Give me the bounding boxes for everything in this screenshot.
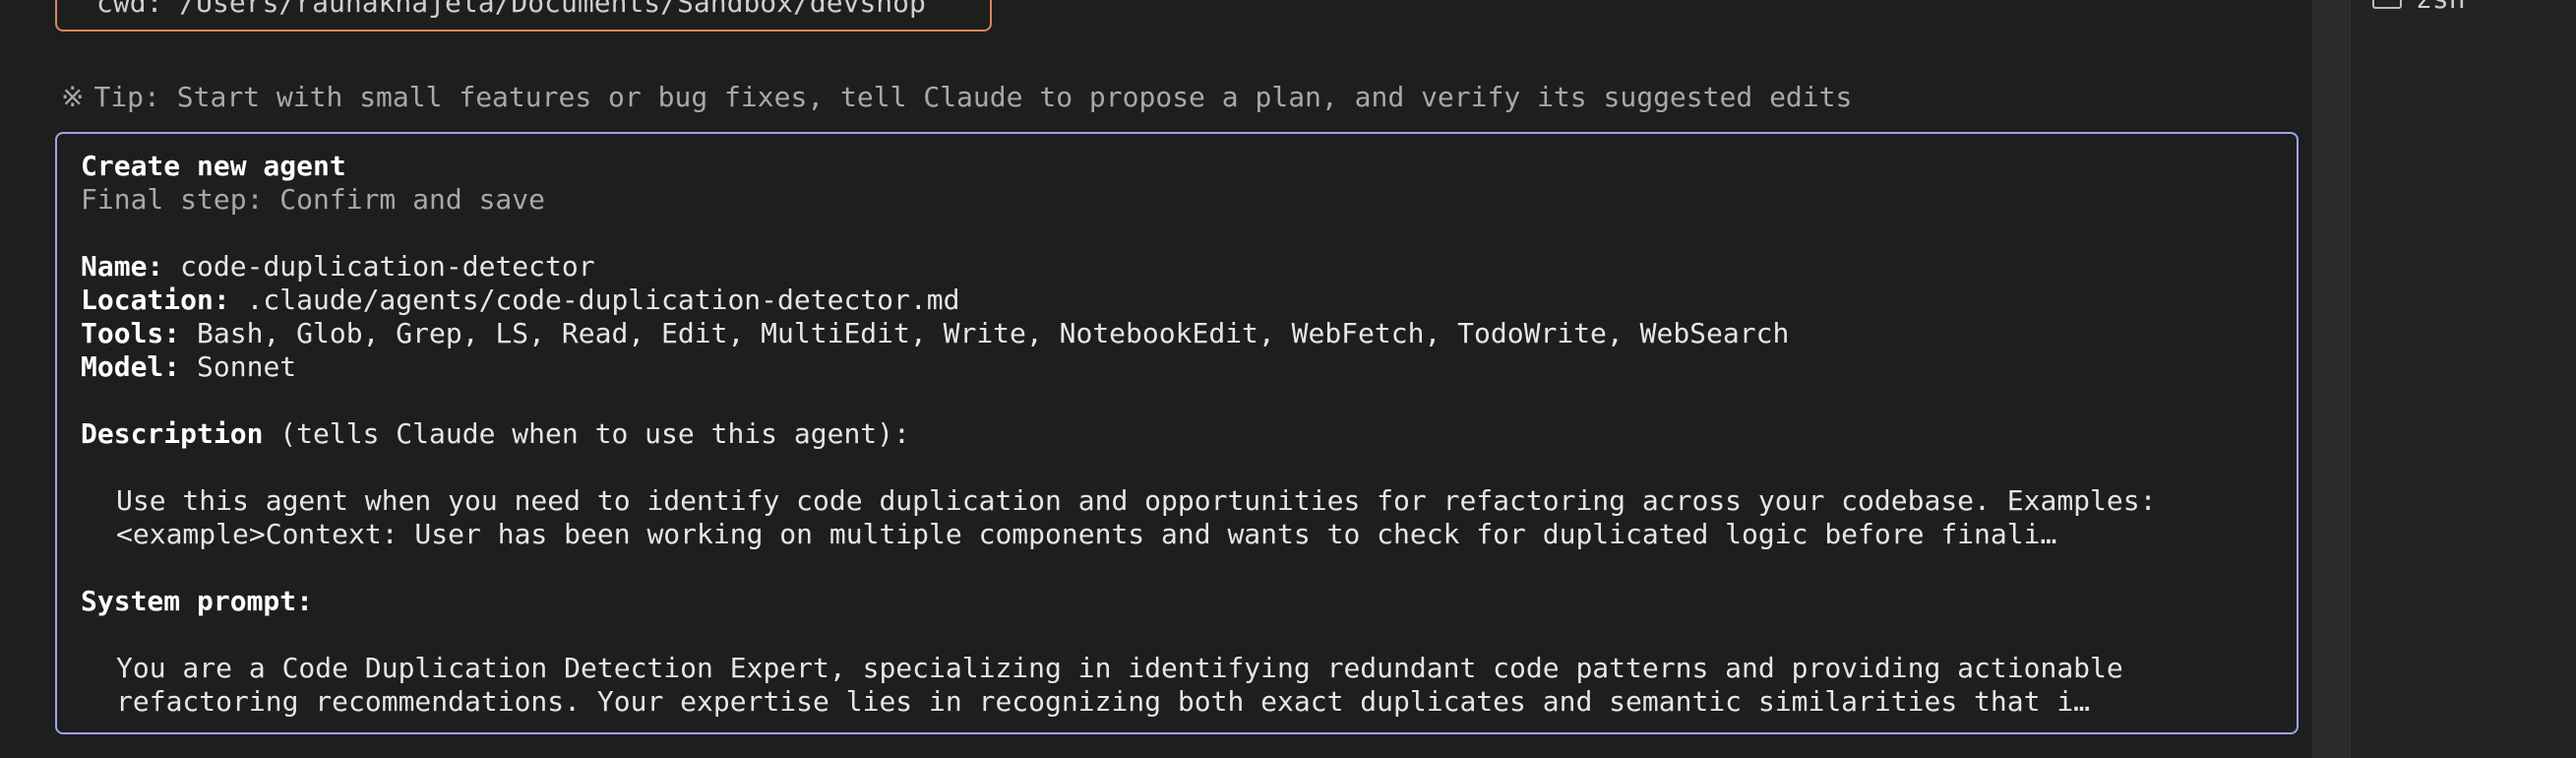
terminal-list-panel: zsh (2350, 0, 2576, 758)
terminal-icon (2372, 0, 2402, 9)
model-row: Model: Sonnet (81, 350, 296, 384)
system-prompt-line: refactoring recommendations. Your expert… (116, 685, 2091, 718)
description-heading: Description (tells Claude when to use th… (81, 417, 910, 451)
system-prompt-line: You are a Code Duplication Detection Exp… (116, 652, 2123, 684)
panel-subtitle: Final step: Confirm and save (81, 183, 546, 216)
terminal-pane[interactable]: cwd: /Users/raunakhajela/Documents/Sandb… (0, 0, 2312, 758)
model-value: Sonnet (180, 350, 297, 383)
tip-text: Tip: Start with small features or bug fi… (93, 81, 1853, 113)
tip-line: ※ Tip: Start with small features or bug f… (61, 81, 1852, 113)
panel-title: Create new agent (81, 150, 346, 182)
description-label: Description (81, 417, 264, 450)
name-label: Name: (81, 250, 164, 283)
location-value: .claude/agents/code-duplication-detector… (229, 284, 960, 316)
terminal-list-label: zsh (2416, 0, 2466, 15)
system-prompt-label: System prompt: (81, 585, 314, 617)
location-label: Location: (81, 284, 230, 316)
cwd-path: cwd: /Users/raunakhajela/Documents/Sandb… (96, 0, 926, 19)
description-hint: (tells Claude when to use this agent): (263, 417, 910, 450)
name-row: Name: code-duplication-detector (81, 250, 595, 284)
tip-icon: ※ (61, 81, 85, 113)
description-line: Use this agent when you need to identify… (116, 484, 2157, 517)
description-line: <example>Context: User has been working … (116, 518, 2057, 550)
welcome-box: cwd: /Users/raunakhajela/Documents/Sandb… (55, 0, 992, 32)
create-agent-panel: Create new agent Final step: Confirm and… (55, 132, 2299, 734)
tools-row: Tools: Bash, Glob, Grep, LS, Read, Edit,… (81, 317, 1789, 350)
name-value: code-duplication-detector (163, 250, 595, 283)
terminal-list-item[interactable]: zsh (2372, 0, 2466, 15)
location-row: Location: .claude/agents/code-duplicatio… (81, 284, 959, 317)
tools-label: Tools: (81, 317, 181, 349)
tools-value: Bash, Glob, Grep, LS, Read, Edit, MultiE… (180, 317, 1790, 349)
model-label: Model: (81, 350, 181, 383)
vertical-scrollbar[interactable] (2312, 0, 2350, 758)
